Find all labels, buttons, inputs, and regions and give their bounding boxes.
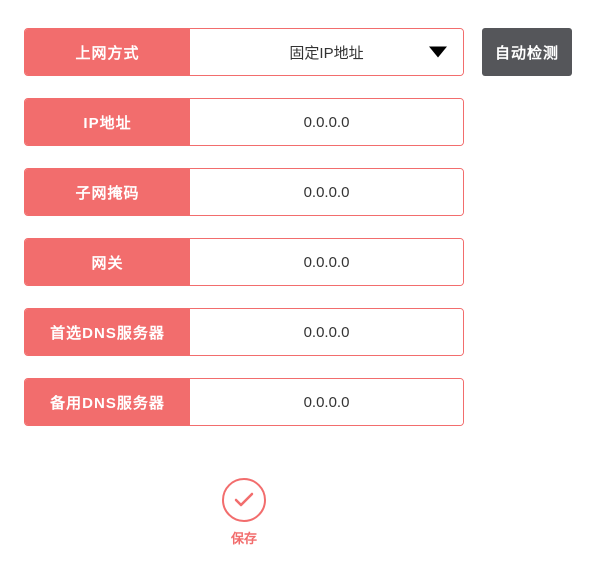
gateway-field: 网关 <box>24 238 464 286</box>
backup-dns-field: 备用DNS服务器 <box>24 378 464 426</box>
subnet-mask-row: 子网掩码 <box>24 168 576 216</box>
chevron-down-icon <box>429 47 447 58</box>
save-button[interactable] <box>222 478 266 522</box>
connection-mode-field: 上网方式 固定IP地址 <box>24 28 464 76</box>
connection-mode-value: 固定IP地址 <box>190 42 463 63</box>
primary-dns-field: 首选DNS服务器 <box>24 308 464 356</box>
gateway-value-wrap <box>190 239 463 285</box>
check-icon <box>232 488 256 512</box>
backup-dns-label: 备用DNS服务器 <box>25 379 190 425</box>
gateway-input[interactable] <box>190 239 463 285</box>
subnet-mask-label: 子网掩码 <box>25 169 190 215</box>
primary-dns-row: 首选DNS服务器 <box>24 308 576 356</box>
primary-dns-input[interactable] <box>190 309 463 355</box>
save-label: 保存 <box>231 528 257 547</box>
backup-dns-input[interactable] <box>190 379 463 425</box>
primary-dns-value-wrap <box>190 309 463 355</box>
connection-mode-row: 上网方式 固定IP地址 自动检测 <box>24 28 576 76</box>
ip-address-input[interactable] <box>190 99 463 145</box>
ip-address-value-wrap <box>190 99 463 145</box>
subnet-mask-field: 子网掩码 <box>24 168 464 216</box>
backup-dns-value-wrap <box>190 379 463 425</box>
ip-address-label: IP地址 <box>25 99 190 145</box>
gateway-row: 网关 <box>24 238 576 286</box>
connection-mode-select[interactable]: 固定IP地址 <box>190 29 463 75</box>
subnet-mask-input[interactable] <box>190 169 463 215</box>
connection-mode-label: 上网方式 <box>25 29 190 75</box>
backup-dns-row: 备用DNS服务器 <box>24 378 576 426</box>
network-config-form: 上网方式 固定IP地址 自动检测 IP地址 子网掩码 网关 <box>24 28 576 547</box>
ip-address-field: IP地址 <box>24 98 464 146</box>
subnet-mask-value-wrap <box>190 169 463 215</box>
save-section: 保存 <box>24 478 464 547</box>
gateway-label: 网关 <box>25 239 190 285</box>
auto-detect-button[interactable]: 自动检测 <box>482 28 572 76</box>
primary-dns-label: 首选DNS服务器 <box>25 309 190 355</box>
ip-address-row: IP地址 <box>24 98 576 146</box>
